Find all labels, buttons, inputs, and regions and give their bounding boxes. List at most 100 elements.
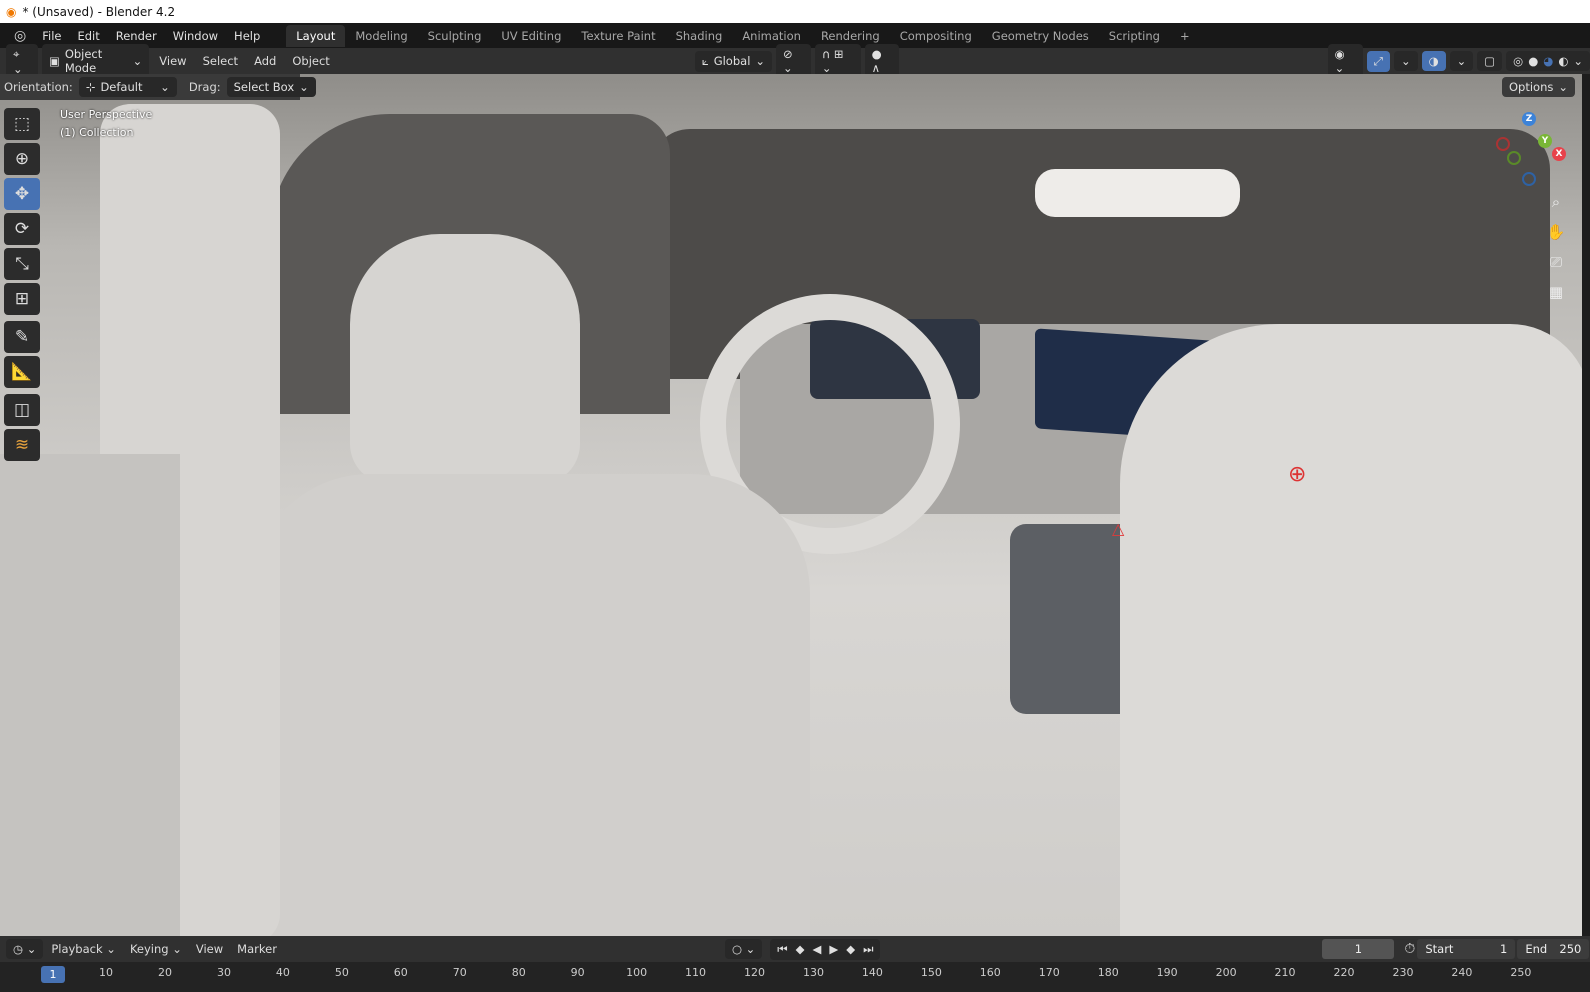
move-tool-icon[interactable]: ✥	[4, 178, 40, 210]
door-panel	[0, 454, 180, 936]
timeline-editor-type[interactable]: ◷ ⌄	[6, 939, 44, 959]
current-frame-indicator[interactable]: 1	[41, 966, 65, 983]
current-frame-field[interactable]: 1	[1322, 939, 1395, 959]
tab-texture-paint[interactable]: Texture Paint	[571, 25, 665, 47]
jump-end-icon[interactable]: ⏭	[863, 942, 873, 957]
menu-edit[interactable]: Edit	[69, 29, 107, 43]
menu-help[interactable]: Help	[226, 29, 268, 43]
end-frame-field[interactable]: End 250	[1517, 939, 1590, 959]
start-frame-field[interactable]: Start 1	[1417, 939, 1516, 959]
3d-cursor-icon: ⊕	[1288, 462, 1307, 487]
add-cube-tool-icon[interactable]: ◫	[4, 394, 40, 426]
annotate-tool-icon[interactable]: ✎	[4, 321, 40, 353]
overlay-toggle[interactable]: ◑	[1421, 51, 1446, 71]
timeline-tick-label: 180	[1097, 966, 1119, 979]
play-reverse-icon[interactable]: ◀	[812, 942, 821, 956]
prev-keyframe-icon[interactable]: ◆	[796, 942, 805, 956]
visibility-dropdown[interactable]: ◉ ⌄	[1327, 44, 1363, 78]
viewport-perspective-label: User Perspective	[60, 108, 153, 121]
gizmo-z-axis[interactable]: Z	[1522, 112, 1536, 126]
timeline-tick-label: 200	[1215, 966, 1237, 979]
rendered-icon[interactable]: ◐	[1558, 54, 1568, 68]
transform-orientation-dropdown[interactable]: ⟀ Global ⌄	[694, 50, 773, 72]
3d-viewport[interactable]: △ ⊕ User Perspective (1) Collection Z Y …	[0, 74, 1582, 936]
xray-toggle[interactable]: ▢	[1477, 51, 1503, 71]
perspective-grid-icon[interactable]: ▦	[1542, 278, 1570, 306]
timeline-tick-label: 220	[1333, 966, 1355, 979]
blender-menu-icon[interactable]: ◎	[6, 28, 34, 44]
mode-dropdown[interactable]: ▣ Object Mode ⌄	[41, 44, 150, 78]
viewport-header: ⌖ ⌄ ▣ Object Mode ⌄ View Select Add Objec…	[0, 43, 1590, 79]
timeline-tick-label: 170	[1038, 966, 1060, 979]
add-workspace-button[interactable]: +	[1170, 25, 1200, 47]
play-icon[interactable]: ▶	[829, 942, 838, 956]
tab-geometry-nodes[interactable]: Geometry Nodes	[982, 25, 1099, 47]
proportional-edit-toggle[interactable]: ● ∧	[864, 44, 899, 78]
transform-tool-icon[interactable]: ⊞	[4, 283, 40, 315]
tab-scripting[interactable]: Scripting	[1099, 25, 1170, 47]
options-dropdown[interactable]: Options ⌄	[1502, 77, 1576, 97]
hazard-icon: △	[1112, 519, 1125, 538]
blender-logo-icon: ◉	[6, 4, 17, 19]
cursor-tool-icon[interactable]: ⊕	[4, 143, 40, 175]
menu-select[interactable]: Select	[197, 54, 244, 68]
menu-add[interactable]: Add	[248, 54, 282, 68]
orientation-dropdown[interactable]: ⊹ Default ⌄	[78, 77, 177, 97]
gizmo-x-axis[interactable]: X	[1552, 147, 1566, 161]
next-keyframe-icon[interactable]: ◆	[846, 942, 855, 956]
gizmo-neg-z[interactable]	[1522, 172, 1536, 186]
timeline-tick-label: 100	[626, 966, 648, 979]
timeline-ruler[interactable]: 1 10 20 30 40 50 60 70 80 90 100 110 120 130 140 150 16…	[0, 962, 1590, 992]
material-icon[interactable]: ◕	[1543, 54, 1553, 68]
zoom-icon[interactable]: ⌕	[1542, 188, 1570, 216]
pivot-dropdown[interactable]: ⊘ ⌄	[776, 44, 811, 78]
menu-keying[interactable]: Keying ⌄	[124, 942, 188, 956]
scale-tool-icon[interactable]: ⤡	[4, 248, 40, 280]
timeline-tick-label: 80	[511, 966, 526, 979]
menu-window[interactable]: Window	[165, 29, 226, 43]
menu-object[interactable]: Object	[286, 54, 335, 68]
shading-modes[interactable]: ◎ ● ◕ ◐ ⌄	[1506, 51, 1590, 71]
timeline-tick-label: 60	[393, 966, 408, 979]
menu-playback[interactable]: Playback ⌄	[45, 942, 122, 956]
drag-dropdown[interactable]: Select Box ⌄	[226, 77, 316, 97]
tab-compositing[interactable]: Compositing	[890, 25, 982, 47]
orientation-icon: ⊹	[85, 80, 96, 94]
gizmo-dropdown[interactable]: ⌄	[1393, 51, 1418, 71]
timeline-tick-label: 90	[570, 966, 585, 979]
menu-timeline-view[interactable]: View	[190, 942, 229, 956]
tab-uv-editing[interactable]: UV Editing	[491, 25, 571, 47]
wireframe-icon[interactable]: ◎	[1513, 54, 1523, 68]
jump-start-icon[interactable]: ⏮	[777, 942, 787, 957]
measure-tool-icon[interactable]: 📐	[4, 356, 40, 388]
gizmo-toggle[interactable]: ⤢	[1366, 50, 1390, 72]
tab-shading[interactable]: Shading	[666, 25, 733, 47]
menu-render[interactable]: Render	[108, 29, 165, 43]
menu-file[interactable]: File	[34, 29, 69, 43]
tab-sculpting[interactable]: Sculpting	[418, 25, 492, 47]
pan-hand-icon[interactable]: ✋	[1542, 218, 1570, 246]
rotate-tool-icon[interactable]: ⟳	[4, 213, 40, 245]
timeline-tick-label: 10	[99, 966, 114, 979]
menu-view[interactable]: View	[153, 54, 192, 68]
gizmo-neg-y[interactable]	[1507, 151, 1521, 165]
tab-layout[interactable]: Layout	[286, 24, 346, 47]
timeline-tick-label: 110	[685, 966, 707, 979]
grease-pencil-tool-icon[interactable]: ≋	[4, 429, 40, 461]
snap-toggle[interactable]: ∩ ⊞ ⌄	[814, 44, 861, 78]
gizmo-y-axis[interactable]: Y	[1538, 134, 1552, 148]
menu-marker[interactable]: Marker	[231, 942, 283, 956]
stopwatch-icon[interactable]: ⏱	[1404, 941, 1415, 957]
solid-icon[interactable]: ●	[1528, 54, 1538, 68]
overlay-dropdown[interactable]: ⌄	[1449, 51, 1474, 71]
select-box-tool-icon[interactable]: ⬚	[4, 108, 40, 140]
playback-controls[interactable]: ⏮ ◆ ◀ ▶ ◆ ⏭	[770, 938, 881, 960]
orientation-label: Global	[713, 54, 751, 68]
window-title: * (Unsaved) - Blender 4.2	[22, 4, 176, 19]
camera-view-icon[interactable]: ⎚	[1542, 248, 1570, 276]
timeline-tick-label: 150	[920, 966, 942, 979]
gizmo-neg-x[interactable]	[1496, 137, 1510, 151]
tab-modeling[interactable]: Modeling	[345, 25, 417, 47]
auto-keying-toggle[interactable]: ○ ⌄	[724, 939, 763, 959]
timeline-tick-label: 40	[275, 966, 290, 979]
